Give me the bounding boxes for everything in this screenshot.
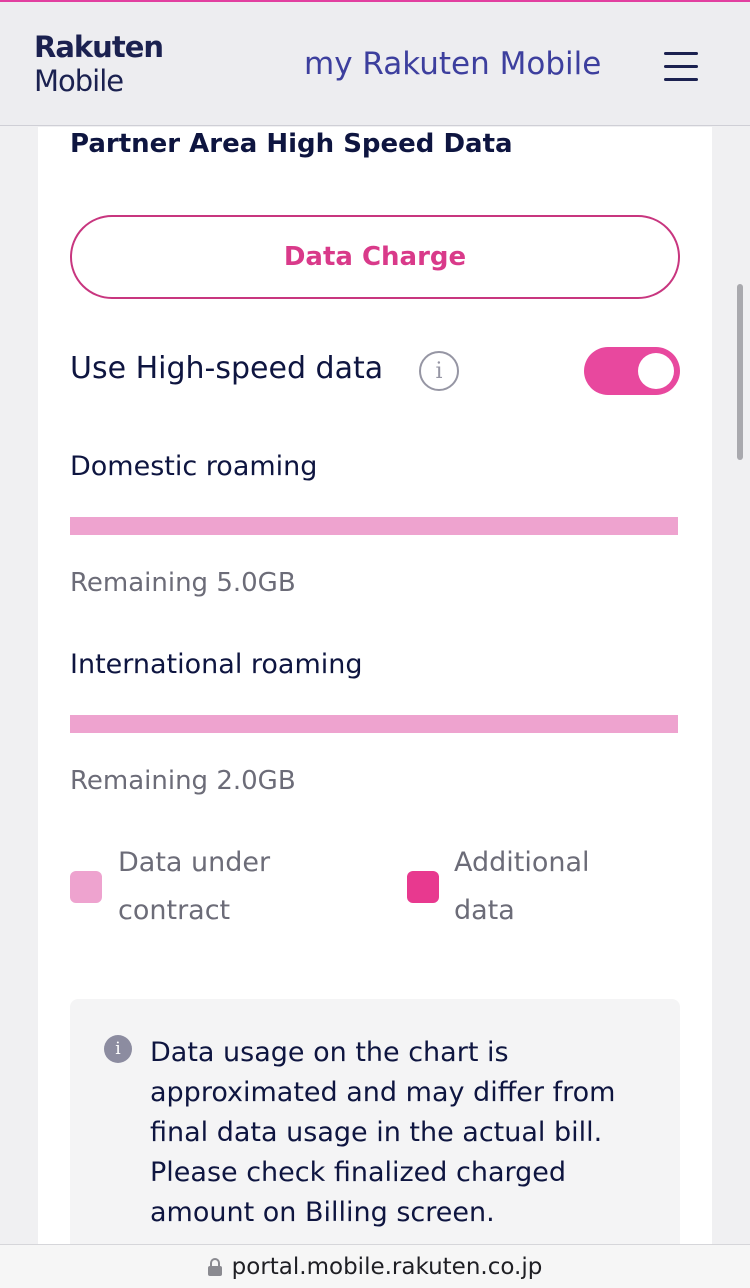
legend-label-additional: Additional data [454, 839, 590, 935]
legend-swatch-contract [70, 871, 102, 903]
international-roaming-label: International roaming [70, 649, 363, 680]
app-header: Rakuten Mobile my Rakuten Mobile [0, 2, 750, 126]
domestic-roaming-label: Domestic roaming [70, 451, 318, 482]
data-card: Partner Area High Speed Data Data Charge… [38, 127, 712, 1259]
legend-additional-line2: data [454, 895, 515, 926]
info-filled-icon: i [104, 1035, 132, 1063]
legend-contract-line1: Data under [118, 847, 271, 878]
legend-additional-line1: Additional [454, 847, 590, 878]
legend-swatch-additional [407, 871, 439, 903]
usage-notice: i Data usage on the chart is approximate… [70, 999, 680, 1259]
toggle-knob [638, 353, 674, 389]
international-usage-bar [70, 715, 678, 733]
high-speed-toggle[interactable] [584, 347, 680, 395]
url-text: portal.mobile.rakuten.co.jp [231, 1253, 543, 1280]
logo-line1: Rakuten [34, 30, 164, 64]
logo-line2: Mobile [34, 64, 124, 98]
domestic-usage-fill [70, 517, 678, 535]
high-speed-toggle-label: Use High-speed data [70, 351, 384, 386]
rakuten-mobile-logo[interactable]: Rakuten Mobile [34, 30, 164, 98]
header-title: my Rakuten Mobile [304, 46, 602, 82]
legend-label-contract: Data under contract [118, 839, 270, 935]
legend-contract-line2: contract [118, 895, 231, 926]
browser-url-bar[interactable]: portal.mobile.rakuten.co.jp [0, 1244, 750, 1288]
section-title: Partner Area High Speed Data [70, 129, 513, 159]
lock-icon [207, 1257, 222, 1276]
international-usage-fill [70, 715, 678, 733]
notice-glyph: i [115, 1039, 121, 1059]
page-scrollbar[interactable] [737, 284, 743, 460]
info-icon[interactable]: i [419, 351, 459, 391]
notice-text: Data usage on the chart is approximated … [150, 1037, 616, 1228]
international-remaining: Remaining 2.0GB [70, 766, 296, 796]
hamburger-menu-icon[interactable] [664, 50, 700, 82]
domestic-remaining: Remaining 5.0GB [70, 568, 296, 598]
domestic-usage-bar [70, 517, 678, 535]
data-charge-button[interactable]: Data Charge [70, 215, 680, 299]
info-glyph: i [435, 358, 443, 384]
